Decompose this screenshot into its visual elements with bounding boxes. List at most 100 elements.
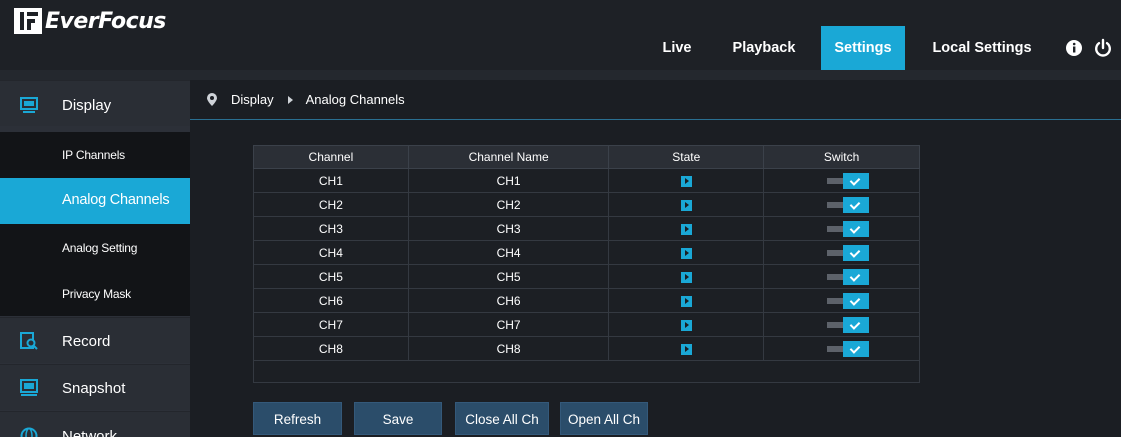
channel-cell: CH6 xyxy=(253,288,409,313)
sidebar-item-ip-channels[interactable]: IP Channels xyxy=(0,132,190,178)
channel-toggle-switch[interactable] xyxy=(826,196,869,213)
sidebar-item-label: IP Channels xyxy=(62,148,125,162)
channel-cell: CH2 xyxy=(253,192,409,217)
sidebar-category-label: Snapshot xyxy=(62,380,126,397)
channel-toggle-switch[interactable] xyxy=(826,292,869,309)
sidebar-item-analog-channels[interactable]: Analog Channels xyxy=(0,178,190,224)
sidebar-category-display[interactable]: Display xyxy=(0,80,190,126)
play-icon[interactable] xyxy=(680,223,692,235)
table-row: CH3 CH3 xyxy=(253,216,920,241)
state-cell xyxy=(608,264,765,289)
channel-toggle-switch[interactable] xyxy=(826,316,869,333)
open-all-channels-button[interactable]: Open All Ch xyxy=(560,402,648,435)
table-row: CH6 CH6 xyxy=(253,288,920,313)
top-divider xyxy=(0,70,1121,80)
state-cell xyxy=(608,216,765,241)
state-cell xyxy=(608,192,765,217)
sidebar-category-record[interactable]: Record xyxy=(0,317,190,363)
info-icon[interactable] xyxy=(1064,38,1084,58)
network-icon xyxy=(20,427,38,437)
brand-logo: EverFocus xyxy=(14,8,166,34)
switch-cell xyxy=(763,312,920,337)
channel-name-cell: CH2 xyxy=(407,192,610,217)
state-cell xyxy=(608,312,765,337)
nav-live[interactable]: Live xyxy=(651,26,703,70)
sidebar-item-label: Analog Channels xyxy=(62,192,170,208)
column-header-state: State xyxy=(608,145,765,169)
sidebar-item-privacy-mask[interactable]: Privacy Mask xyxy=(0,270,190,316)
nav-playback[interactable]: Playback xyxy=(718,26,810,70)
table-footer xyxy=(253,361,920,383)
table-row: CH7 CH7 xyxy=(253,312,920,337)
play-icon[interactable] xyxy=(680,247,692,259)
sidebar-category-snapshot[interactable]: Snapshot xyxy=(0,364,190,410)
sidebar-item-analog-setting[interactable]: Analog Setting xyxy=(0,224,190,270)
switch-cell xyxy=(763,336,920,361)
play-icon[interactable] xyxy=(680,175,692,187)
check-icon xyxy=(842,292,869,309)
channel-name-cell: CH3 xyxy=(407,216,610,241)
column-header-switch: Switch xyxy=(763,145,920,169)
location-pin-icon xyxy=(207,93,217,106)
column-header-channel-name: Channel Name xyxy=(407,145,610,169)
channel-toggle-switch[interactable] xyxy=(826,268,869,285)
channel-name-cell: CH7 xyxy=(407,312,610,337)
switch-cell xyxy=(763,240,920,265)
switch-cell xyxy=(763,192,920,217)
close-all-channels-button[interactable]: Close All Ch xyxy=(455,402,549,435)
power-icon[interactable] xyxy=(1093,38,1113,58)
check-icon xyxy=(842,244,869,261)
switch-cell xyxy=(763,216,920,241)
switch-cell xyxy=(763,288,920,313)
channel-toggle-switch[interactable] xyxy=(826,220,869,237)
channel-name-cell: CH5 xyxy=(407,264,610,289)
state-cell xyxy=(608,168,765,193)
sidebar-category-network[interactable]: Network xyxy=(0,411,190,437)
save-button[interactable]: Save xyxy=(354,402,442,435)
sidebar-category-label: Network xyxy=(62,428,118,437)
channel-cell: CH3 xyxy=(253,216,409,241)
channel-name-cell: CH1 xyxy=(407,168,610,193)
breadcrumb-root[interactable]: Display xyxy=(231,92,274,107)
channel-cell: CH4 xyxy=(253,240,409,265)
state-cell xyxy=(608,240,765,265)
state-cell xyxy=(608,288,765,313)
nav-settings[interactable]: Settings xyxy=(821,26,905,70)
play-icon[interactable] xyxy=(680,199,692,211)
check-icon xyxy=(842,196,869,213)
table-row: CH4 CH4 xyxy=(253,240,920,265)
sidebar-item-label: Privacy Mask xyxy=(62,287,131,301)
sidebar-category-label: Record xyxy=(62,333,111,350)
channel-cell: CH7 xyxy=(253,312,409,337)
main-content: Display Analog Channels Channel Channel … xyxy=(190,80,1121,437)
channel-name-cell: CH8 xyxy=(407,336,610,361)
check-icon xyxy=(842,172,869,189)
table-row: CH2 CH2 xyxy=(253,192,920,217)
check-icon xyxy=(842,340,869,357)
check-icon xyxy=(842,316,869,333)
switch-cell xyxy=(763,264,920,289)
check-icon xyxy=(842,268,869,285)
play-icon[interactable] xyxy=(680,295,692,307)
breadcrumb: Display Analog Channels xyxy=(190,80,1121,120)
sidebar-category-label: Display xyxy=(62,97,112,114)
everfocus-logo-icon xyxy=(14,8,42,34)
nav-local-settings[interactable]: Local Settings xyxy=(916,26,1048,70)
monitor-icon xyxy=(20,97,38,113)
play-icon[interactable] xyxy=(680,271,692,283)
channel-cell: CH1 xyxy=(253,168,409,193)
analog-channels-table: Channel Channel Name State Switch CH1 CH… xyxy=(253,145,920,361)
play-icon[interactable] xyxy=(680,343,692,355)
channel-toggle-switch[interactable] xyxy=(826,244,869,261)
refresh-button[interactable]: Refresh xyxy=(253,402,342,435)
record-search-icon xyxy=(20,332,38,350)
top-bar: EverFocus Live Playback Settings Local S… xyxy=(0,0,1121,70)
channel-toggle-switch[interactable] xyxy=(826,172,869,189)
channel-toggle-switch[interactable] xyxy=(826,340,869,357)
brand-name: EverFocus xyxy=(45,8,166,34)
channel-name-cell: CH6 xyxy=(407,288,610,313)
play-icon[interactable] xyxy=(680,319,692,331)
sidebar: Display IP Channels Analog Channels Anal… xyxy=(0,80,190,437)
channel-cell: CH5 xyxy=(253,264,409,289)
sidebar-item-label: Analog Setting xyxy=(62,241,138,255)
